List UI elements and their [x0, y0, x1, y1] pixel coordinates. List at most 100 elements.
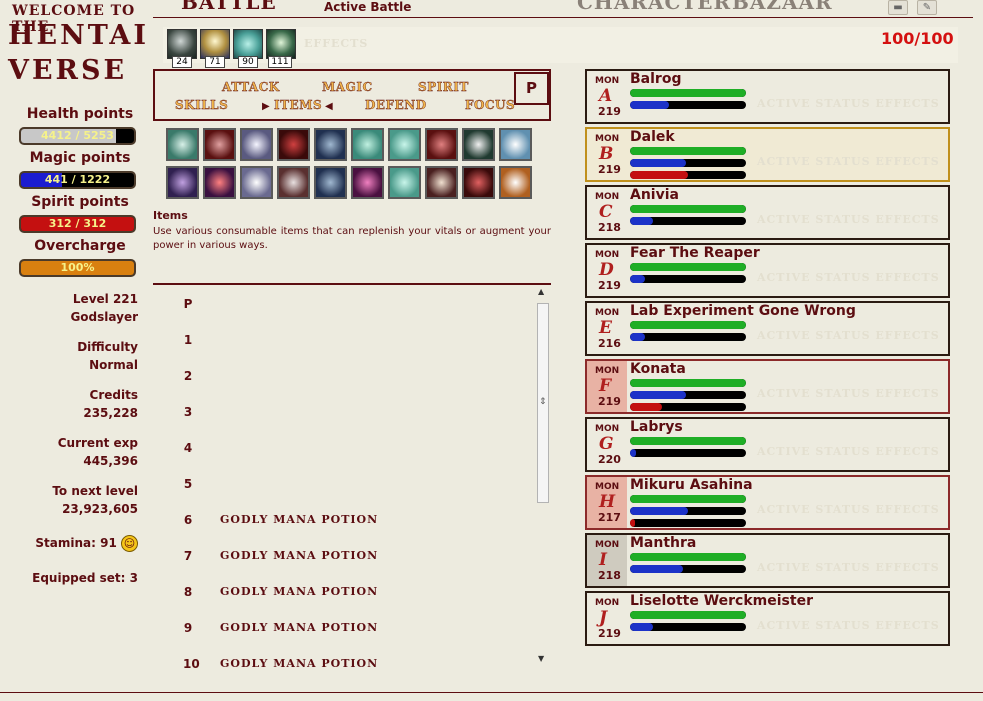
quickbar-slot-8[interactable] — [425, 128, 458, 161]
item-row-8[interactable]: 8 GODLY MANA POTION — [153, 585, 533, 605]
level-title: Godslayer — [70, 310, 138, 324]
nav-battle[interactable]: BATTLE — [181, 0, 277, 14]
scroll-down-icon[interactable]: ▼ — [538, 654, 544, 663]
menu-magic[interactable]: MAGIC — [322, 80, 373, 94]
monster-hp-bar — [630, 147, 746, 155]
menu-focus[interactable]: FOCUS — [465, 98, 515, 112]
monster-sp-fill — [630, 403, 663, 411]
monster-mp-bar — [630, 565, 746, 573]
monster-pane[interactable]: MON F 219 Konata ACTIVE STATUS EFFECTS — [585, 359, 950, 414]
monster-hp-fill — [630, 147, 746, 155]
quickbar-slot-15[interactable] — [314, 166, 347, 199]
item-row-5[interactable]: 5 — [153, 477, 533, 497]
menu-spirit[interactable]: SPIRIT — [418, 80, 469, 94]
credits-value: 235,228 — [83, 406, 138, 420]
item-row-3[interactable]: 3 — [153, 405, 533, 425]
monster-tag: MON E 216 — [587, 303, 627, 354]
monster-sp-bar — [630, 171, 746, 179]
quickbar-slot-17[interactable] — [388, 166, 421, 199]
monster-letter: E — [599, 318, 612, 338]
item-name: GODLY MANA POTION — [220, 585, 379, 598]
item-row-4[interactable]: 4 — [153, 441, 533, 461]
quickbar-slot-20[interactable] — [499, 166, 532, 199]
effect-count-3: 90 — [238, 56, 258, 68]
health-label: Health points — [26, 106, 134, 122]
item-row-9[interactable]: 9 GODLY MANA POTION — [153, 621, 533, 641]
monster-pane[interactable]: MON C 218 Anivia ACTIVE STATUS EFFECTS — [585, 185, 950, 240]
quickbar-slot-16[interactable] — [351, 166, 384, 199]
item-key: 7 — [183, 549, 193, 563]
monster-pane[interactable]: MON J 219 Liselotte Werckmeister ACTIVE STAT… — [585, 591, 950, 646]
monster-hp-fill — [630, 495, 746, 503]
equipped-set-text[interactable]: Equipped set: 3 — [0, 569, 145, 587]
monster-pane[interactable]: MON D 219 Fear The Reaper ACTIVE STATUS EFFE… — [585, 243, 950, 298]
p-button[interactable]: P — [514, 72, 549, 105]
menu-attack[interactable]: ATTACK — [222, 80, 280, 94]
turn-counter: 100/100 — [881, 29, 954, 48]
monster-name: Fear The Reaper — [630, 245, 760, 261]
spirit-bar: 312 / 312 — [19, 215, 136, 233]
item-key: 1 — [183, 333, 193, 347]
monster-pane[interactable]: MON G 220 Labrys ACTIVE STATUS EFFECTS — [585, 417, 950, 472]
monster-mp-bar — [630, 333, 746, 341]
wrench-icon[interactable]: ✎ — [917, 0, 937, 15]
quickbar-slot-9[interactable] — [462, 128, 495, 161]
quickbar-slot-4[interactable] — [277, 128, 310, 161]
item-key: 4 — [183, 441, 193, 455]
monster-pane[interactable]: MON E 216 Lab Experiment Gone Wrong ACTIVE S… — [585, 301, 950, 356]
effect-icon-4[interactable] — [266, 29, 296, 59]
minimize-icon[interactable]: ▬ — [888, 0, 908, 15]
menu-skills[interactable]: SKILLS — [175, 98, 228, 112]
monster-mp-bar — [630, 101, 746, 109]
monster-effects-label: ACTIVE STATUS EFFECTS — [757, 619, 940, 632]
monster-tag-word: MON — [595, 540, 620, 550]
quickbar-slot-12[interactable] — [203, 166, 236, 199]
monster-tag-word: MON — [595, 424, 620, 434]
monster-hp-bar — [630, 379, 746, 387]
effect-icon-3[interactable] — [233, 29, 263, 59]
quickbar-slot-14[interactable] — [277, 166, 310, 199]
quickbar-slot-13[interactable] — [240, 166, 273, 199]
item-row-7[interactable]: 7 GODLY MANA POTION — [153, 549, 533, 569]
nav-bazaar[interactable]: BAZAAR — [732, 0, 833, 14]
monster-level: 219 — [598, 279, 621, 292]
monster-hp-fill — [630, 205, 746, 213]
overcharge-label: Overcharge — [34, 238, 126, 254]
overcharge-bar: 100% — [19, 259, 136, 277]
quickbar-slot-19[interactable] — [462, 166, 495, 199]
health-bar: 4412 / 5253 — [19, 127, 136, 145]
monster-level: 218 — [598, 221, 621, 234]
item-row-p[interactable]: P — [153, 297, 533, 317]
monster-tag: MON A 219 — [587, 71, 627, 122]
quickbar-slot-7[interactable] — [388, 128, 421, 161]
item-row-2[interactable]: 2 — [153, 369, 533, 389]
monster-name: Liselotte Werckmeister — [630, 593, 813, 609]
item-row-10[interactable]: 10 GODLY MANA POTION — [153, 657, 533, 668]
menu-items[interactable]: ITEMS — [274, 98, 322, 112]
quickbar-slot-2[interactable] — [203, 128, 236, 161]
quickbar-slot-5[interactable] — [314, 128, 347, 161]
monster-level: 218 — [598, 569, 621, 582]
monster-effects-label: ACTIVE STATUS EFFECTS — [757, 387, 940, 400]
monster-pane[interactable]: MON I 218 Manthra ACTIVE STATUS EFFECTS — [585, 533, 950, 588]
monster-pane[interactable]: MON B 219 Dalek ACTIVE STATUS EFFECTS — [585, 127, 950, 182]
quickbar-slot-1[interactable] — [166, 128, 199, 161]
monster-tag-word: MON — [595, 192, 620, 202]
monster-hp-bar — [630, 89, 746, 97]
effect-icon-1[interactable] — [167, 29, 197, 59]
quickbar-slot-3[interactable] — [240, 128, 273, 161]
quickbar-slot-18[interactable] — [425, 166, 458, 199]
effect-icon-2[interactable] — [200, 29, 230, 59]
quickbar-slot-10[interactable] — [499, 128, 532, 161]
item-key: 6 — [183, 513, 193, 527]
monster-pane[interactable]: MON H 217 Mikuru Asahina ACTIVE STATUS EFFEC… — [585, 475, 950, 530]
item-row-1[interactable]: 1 — [153, 333, 533, 353]
quickbar-slot-6[interactable] — [351, 128, 384, 161]
quickbar-slot-11[interactable] — [166, 166, 199, 199]
scroll-up-icon[interactable]: ▲ — [538, 287, 544, 296]
nav-character[interactable]: CHARACTER — [577, 0, 731, 14]
item-row-6[interactable]: 6 GODLY MANA POTION — [153, 513, 533, 533]
nav-active-battle[interactable]: Active Battle — [324, 0, 411, 14]
menu-defend[interactable]: DEFEND — [365, 98, 427, 112]
monster-pane[interactable]: MON A 219 Balrog ACTIVE STATUS EFFECTS — [585, 69, 950, 124]
